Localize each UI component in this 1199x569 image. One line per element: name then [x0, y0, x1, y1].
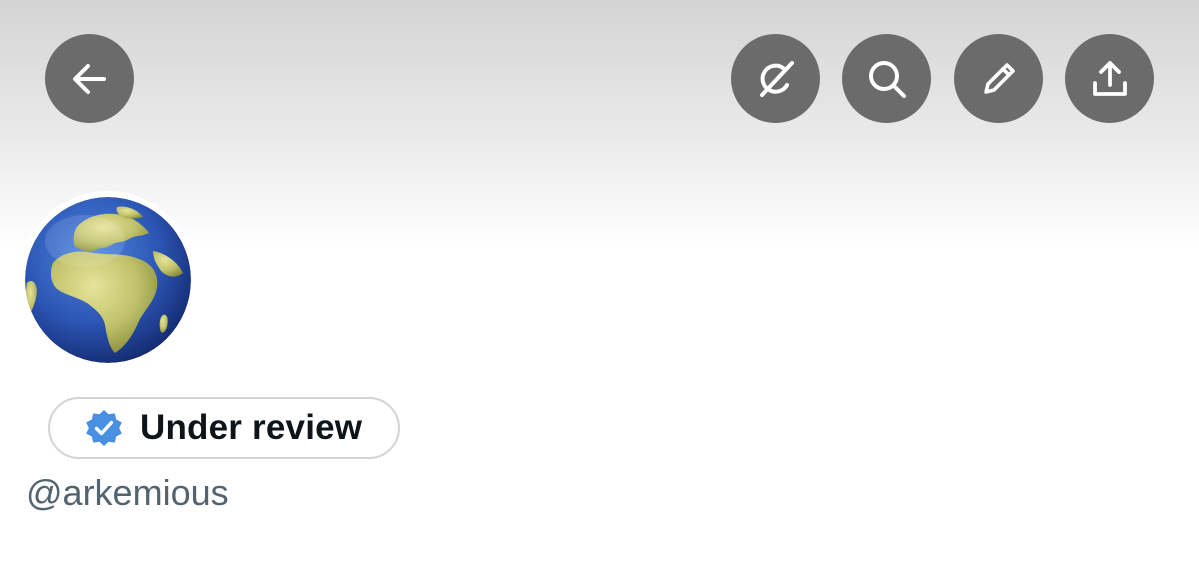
share-button[interactable] — [1065, 34, 1154, 123]
grok-icon — [759, 60, 794, 97]
header-banner — [0, 0, 1199, 250]
pencil-icon — [983, 62, 1015, 94]
verification-status-badge[interactable]: Under review — [48, 397, 400, 459]
badge-label: Under review — [140, 408, 363, 447]
user-handle: @arkemious — [26, 472, 229, 513]
share-icon — [1092, 60, 1127, 96]
back-button[interactable] — [45, 34, 134, 123]
verified-badge-icon — [84, 408, 124, 448]
profile-screen: Under review @arkemious — [0, 0, 1199, 569]
grok-button[interactable] — [731, 34, 820, 123]
search-icon — [868, 60, 906, 98]
arrow-left-icon — [72, 63, 106, 94]
globe-europe-africa-icon — [24, 196, 191, 363]
edit-button[interactable] — [954, 34, 1043, 123]
avatar[interactable] — [19, 191, 196, 368]
search-button[interactable] — [842, 34, 931, 123]
